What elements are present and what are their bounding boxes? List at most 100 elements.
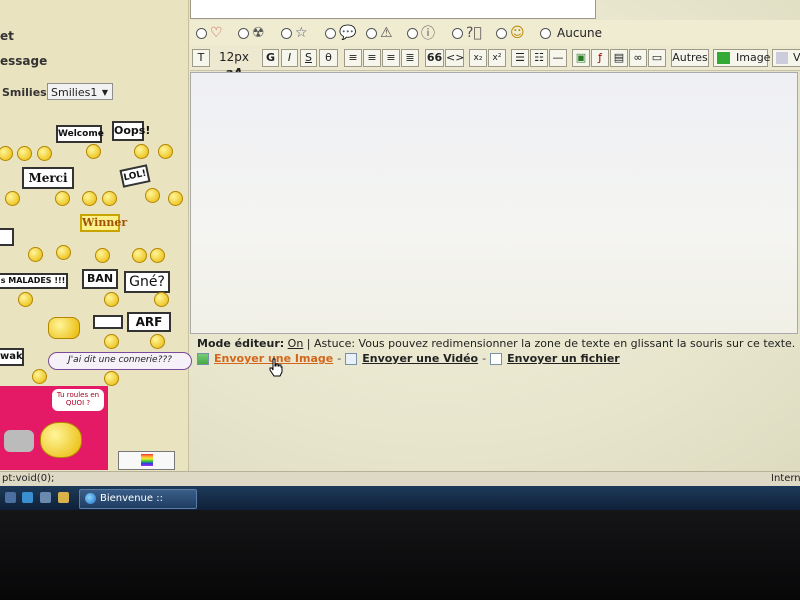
image-icon[interactable]: ▣ bbox=[572, 49, 590, 67]
video-icon[interactable]: ▤ bbox=[610, 49, 628, 67]
align-left-icon[interactable]: ≡ bbox=[344, 49, 362, 67]
oops-smiley[interactable]: Oops! bbox=[112, 121, 150, 141]
smiley-face-icon[interactable] bbox=[32, 369, 47, 384]
align-center-icon[interactable]: ≡ bbox=[363, 49, 381, 67]
welcome-smiley[interactable]: Welcome bbox=[56, 125, 104, 143]
smiley-face-icon[interactable] bbox=[55, 191, 70, 206]
radio-smile[interactable] bbox=[496, 27, 507, 39]
folder-icon[interactable] bbox=[58, 492, 69, 503]
smiley-face-icon[interactable] bbox=[37, 146, 52, 161]
radio-radioactive[interactable] bbox=[238, 27, 249, 39]
mode-toggle-link[interactable]: On bbox=[288, 337, 304, 350]
upload-file-link[interactable]: Envoyer un fichier bbox=[507, 352, 620, 365]
smiley-face-icon[interactable] bbox=[104, 371, 119, 386]
radio-star[interactable] bbox=[281, 27, 292, 39]
message-textarea[interactable] bbox=[190, 72, 798, 334]
smiley-face-icon[interactable] bbox=[18, 292, 33, 307]
video-button[interactable]: Vi bbox=[772, 49, 800, 67]
malades-smiley[interactable]: s MALADES !!! bbox=[0, 273, 68, 289]
ie-quicklaunch-icon[interactable] bbox=[22, 492, 33, 503]
editor-tip[interactable]: Mode éditeur: On | Astuce: Vous pouvez r… bbox=[197, 337, 795, 350]
file-upload-icon bbox=[490, 352, 503, 365]
quote-button[interactable]: 66 bbox=[425, 49, 444, 67]
radio-info[interactable] bbox=[407, 27, 418, 39]
smiley-face-icon[interactable] bbox=[82, 191, 97, 206]
winner-smiley[interactable]: Winner bbox=[80, 214, 127, 232]
wak-smiley[interactable]: wak bbox=[0, 348, 24, 366]
smiley-face-icon[interactable] bbox=[145, 188, 160, 203]
strikethrough-icon[interactable]: θ bbox=[319, 49, 338, 67]
bullet-list-icon[interactable]: ☰ bbox=[511, 49, 529, 67]
image-button[interactable]: Image bbox=[713, 49, 771, 67]
rainbow-flag-icon bbox=[141, 454, 153, 466]
code-button[interactable]: <> bbox=[445, 49, 464, 67]
astuce-text: | Astuce: Vous pouvez redimensionner la … bbox=[306, 337, 796, 350]
flash-icon[interactable]: ƒ bbox=[591, 49, 609, 67]
radio-warning[interactable] bbox=[366, 27, 377, 39]
font-size-icon[interactable]: T bbox=[192, 49, 210, 67]
ban-smiley[interactable]: BAN bbox=[82, 269, 118, 289]
smiley-face-icon[interactable] bbox=[86, 144, 101, 159]
lol-smiley[interactable]: LOL! bbox=[119, 164, 151, 188]
superscript-icon[interactable]: x² bbox=[488, 49, 506, 67]
warning-icon: ⚠ bbox=[380, 25, 393, 41]
radio-heart[interactable] bbox=[196, 27, 207, 39]
smiley-face-icon[interactable] bbox=[17, 146, 32, 161]
window-icon[interactable]: ▭ bbox=[648, 49, 666, 67]
numbered-list-icon[interactable]: ☷ bbox=[530, 49, 548, 67]
connerie-smiley[interactable]: J'ai dit une connerie??? bbox=[48, 352, 192, 370]
autres-button[interactable]: Autres bbox=[671, 49, 709, 67]
sign-smiley[interactable] bbox=[0, 228, 14, 246]
video-upload-icon bbox=[345, 352, 358, 365]
upload-video-link[interactable]: Envoyer une Vidéo bbox=[362, 352, 478, 365]
image-button-label: Image bbox=[736, 51, 771, 64]
smiley-face-icon[interactable] bbox=[95, 248, 110, 263]
smiley-face-icon[interactable] bbox=[28, 247, 43, 262]
big-smiley-icon[interactable] bbox=[48, 317, 80, 339]
rainbow-flag-smiley[interactable] bbox=[118, 451, 175, 470]
label-message: essage bbox=[0, 54, 48, 68]
radio-question[interactable] bbox=[452, 27, 463, 39]
radio-speech[interactable] bbox=[325, 27, 336, 39]
smiley-face-icon[interactable] bbox=[104, 292, 119, 307]
taskbar-browser-button[interactable]: Bienvenue :: Poster ... bbox=[79, 489, 197, 509]
radio-aucune[interactable] bbox=[540, 27, 551, 39]
post-icon-radios: ♡ ☢ ☆ 💬 ⚠ ⓘ ?⃝ ☺ Aucune bbox=[190, 20, 800, 46]
link-icon[interactable]: ∞ bbox=[629, 49, 647, 67]
bold-button[interactable]: G bbox=[262, 49, 279, 67]
desktop-icon[interactable] bbox=[5, 492, 16, 503]
smiley-face-icon[interactable] bbox=[158, 144, 173, 159]
left-panel: et essage Smilies: Smilies1 ▼ Welcome Oo… bbox=[0, 0, 192, 475]
gne-smiley[interactable]: Gné? bbox=[124, 271, 170, 293]
smiley-face-icon[interactable] bbox=[154, 292, 169, 307]
heart-icon: ♡ bbox=[210, 25, 223, 41]
smiley-face-icon[interactable] bbox=[134, 144, 149, 159]
smiley-face-icon[interactable] bbox=[104, 334, 119, 349]
smiley-face-icon[interactable] bbox=[102, 191, 117, 206]
switch-windows-icon[interactable] bbox=[40, 492, 51, 503]
underline-button[interactable]: S bbox=[300, 49, 317, 67]
smiley-face-icon[interactable] bbox=[0, 146, 13, 161]
smiley-face-icon[interactable] bbox=[168, 191, 183, 206]
info-icon: ⓘ bbox=[421, 26, 435, 42]
smiley-face-icon[interactable] bbox=[150, 334, 165, 349]
align-right-icon[interactable]: ≡ bbox=[382, 49, 400, 67]
smilies-select-value: Smilies1 bbox=[51, 86, 98, 99]
smiley-face-icon[interactable] bbox=[132, 248, 147, 263]
smiley-face-icon[interactable] bbox=[56, 245, 71, 260]
upload-links: Envoyer une Image - Envoyer une Vidéo - … bbox=[197, 352, 620, 365]
subscript-icon[interactable]: x₂ bbox=[469, 49, 487, 67]
subject-input[interactable] bbox=[190, 0, 596, 19]
sign-smiley[interactable] bbox=[93, 315, 123, 329]
merci-smiley[interactable]: Merci bbox=[22, 167, 74, 189]
font-size-select[interactable]: 12px aA bbox=[210, 49, 258, 80]
smiley-face-icon[interactable] bbox=[5, 191, 20, 206]
arf-smiley[interactable]: ARF bbox=[127, 312, 171, 332]
car-smiley-image[interactable]: Tu roules en QUOI ? bbox=[0, 386, 108, 470]
smiley-face-icon[interactable] bbox=[150, 248, 165, 263]
justify-icon[interactable]: ≣ bbox=[401, 49, 419, 67]
monitor-bezel bbox=[0, 510, 800, 600]
horizontal-rule-icon[interactable]: — bbox=[549, 49, 567, 67]
italic-button[interactable]: I bbox=[281, 49, 298, 67]
smilies-select[interactable]: Smilies1 ▼ bbox=[47, 83, 113, 100]
